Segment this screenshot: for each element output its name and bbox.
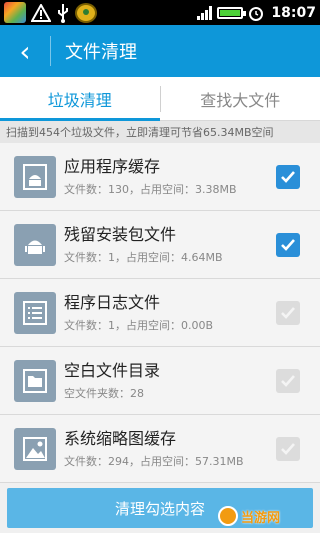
folder-icon	[14, 359, 56, 402]
usb-icon	[58, 3, 68, 23]
list-item-subtitle: 文件数：1，占用空间：0.00B	[64, 319, 214, 332]
app-bar-divider	[50, 36, 51, 66]
checkmark-icon	[281, 238, 295, 251]
list-item-app-logs[interactable]: 程序日志文件 文件数：1，占用空间：0.00B	[0, 279, 320, 347]
app-bar: ‹ 文件清理	[0, 25, 320, 77]
list-item-subtitle: 文件数：130，占用空间：3.38MB	[64, 183, 237, 196]
tab-find-large-files[interactable]: 查找大文件	[161, 77, 320, 120]
scan-summary: 扫描到454个垃圾文件，立即清理可节省65.34MB空间	[0, 121, 320, 143]
list-item-title: 空白文件目录	[64, 361, 161, 380]
checkbox-empty-folders[interactable]	[276, 368, 300, 393]
list-item-title: 残留安装包文件	[64, 225, 177, 244]
tab-junk-clean[interactable]: 垃圾清理	[0, 77, 160, 121]
list-item-title: 应用程序缓存	[64, 157, 161, 176]
alarm-icon	[249, 6, 264, 21]
list-item-title: 系统缩略图缓存	[64, 429, 177, 448]
checkmark-icon	[281, 442, 295, 455]
back-button[interactable]: ‹	[0, 25, 50, 77]
warning-icon	[31, 3, 51, 22]
signal-icon	[197, 5, 213, 20]
app-notification-icon	[4, 2, 26, 23]
watermark-text: 当游网	[241, 510, 281, 526]
list-item-residual-apk[interactable]: 残留安装包文件 文件数：1，占用空间：4.64MB	[0, 211, 320, 279]
checkbox-app-logs[interactable]	[276, 300, 300, 325]
game-notification-icon	[75, 2, 97, 23]
status-bar: 18:07	[0, 0, 320, 25]
checkmark-icon	[281, 374, 295, 387]
back-arrow-icon: ‹	[19, 34, 31, 68]
list-item-app-cache[interactable]: 应用程序缓存 文件数：130，占用空间：3.38MB	[0, 143, 320, 211]
list-item-subtitle: 空文件夹数：28	[64, 387, 144, 400]
android-app-cache-icon	[14, 155, 56, 198]
page-title: 文件清理	[65, 42, 137, 63]
junk-category-list: 应用程序缓存 文件数：130，占用空间：3.38MB 残留安装包文件 文件数：1…	[0, 143, 320, 483]
bottom-bar: 清理勾选内容 当游网	[0, 488, 320, 533]
list-item-subtitle: 文件数：294，占用空间：57.31MB	[64, 455, 244, 468]
watermark: 当游网	[218, 505, 316, 527]
log-list-icon	[14, 291, 56, 334]
list-item-thumbnail-cache[interactable]: 系统缩略图缓存 文件数：294，占用空间：57.31MB	[0, 415, 320, 483]
list-item-empty-folders[interactable]: 空白文件目录 空文件夹数：28	[0, 347, 320, 415]
battery-icon	[217, 6, 247, 19]
checkbox-thumbnail-cache[interactable]	[276, 436, 300, 461]
checkmark-icon	[281, 306, 295, 319]
image-icon	[14, 427, 56, 470]
checkbox-app-cache[interactable]	[276, 164, 300, 189]
clock-time: 18:07	[271, 4, 316, 21]
checkmark-icon	[281, 170, 295, 183]
watermark-logo-icon	[218, 506, 238, 526]
tab-bar: 垃圾清理 查找大文件	[0, 77, 320, 121]
list-item-title: 程序日志文件	[64, 293, 161, 312]
android-apk-icon	[14, 223, 56, 266]
list-item-subtitle: 文件数：1，占用空间：4.64MB	[64, 251, 223, 264]
checkbox-residual-apk[interactable]	[276, 232, 300, 257]
